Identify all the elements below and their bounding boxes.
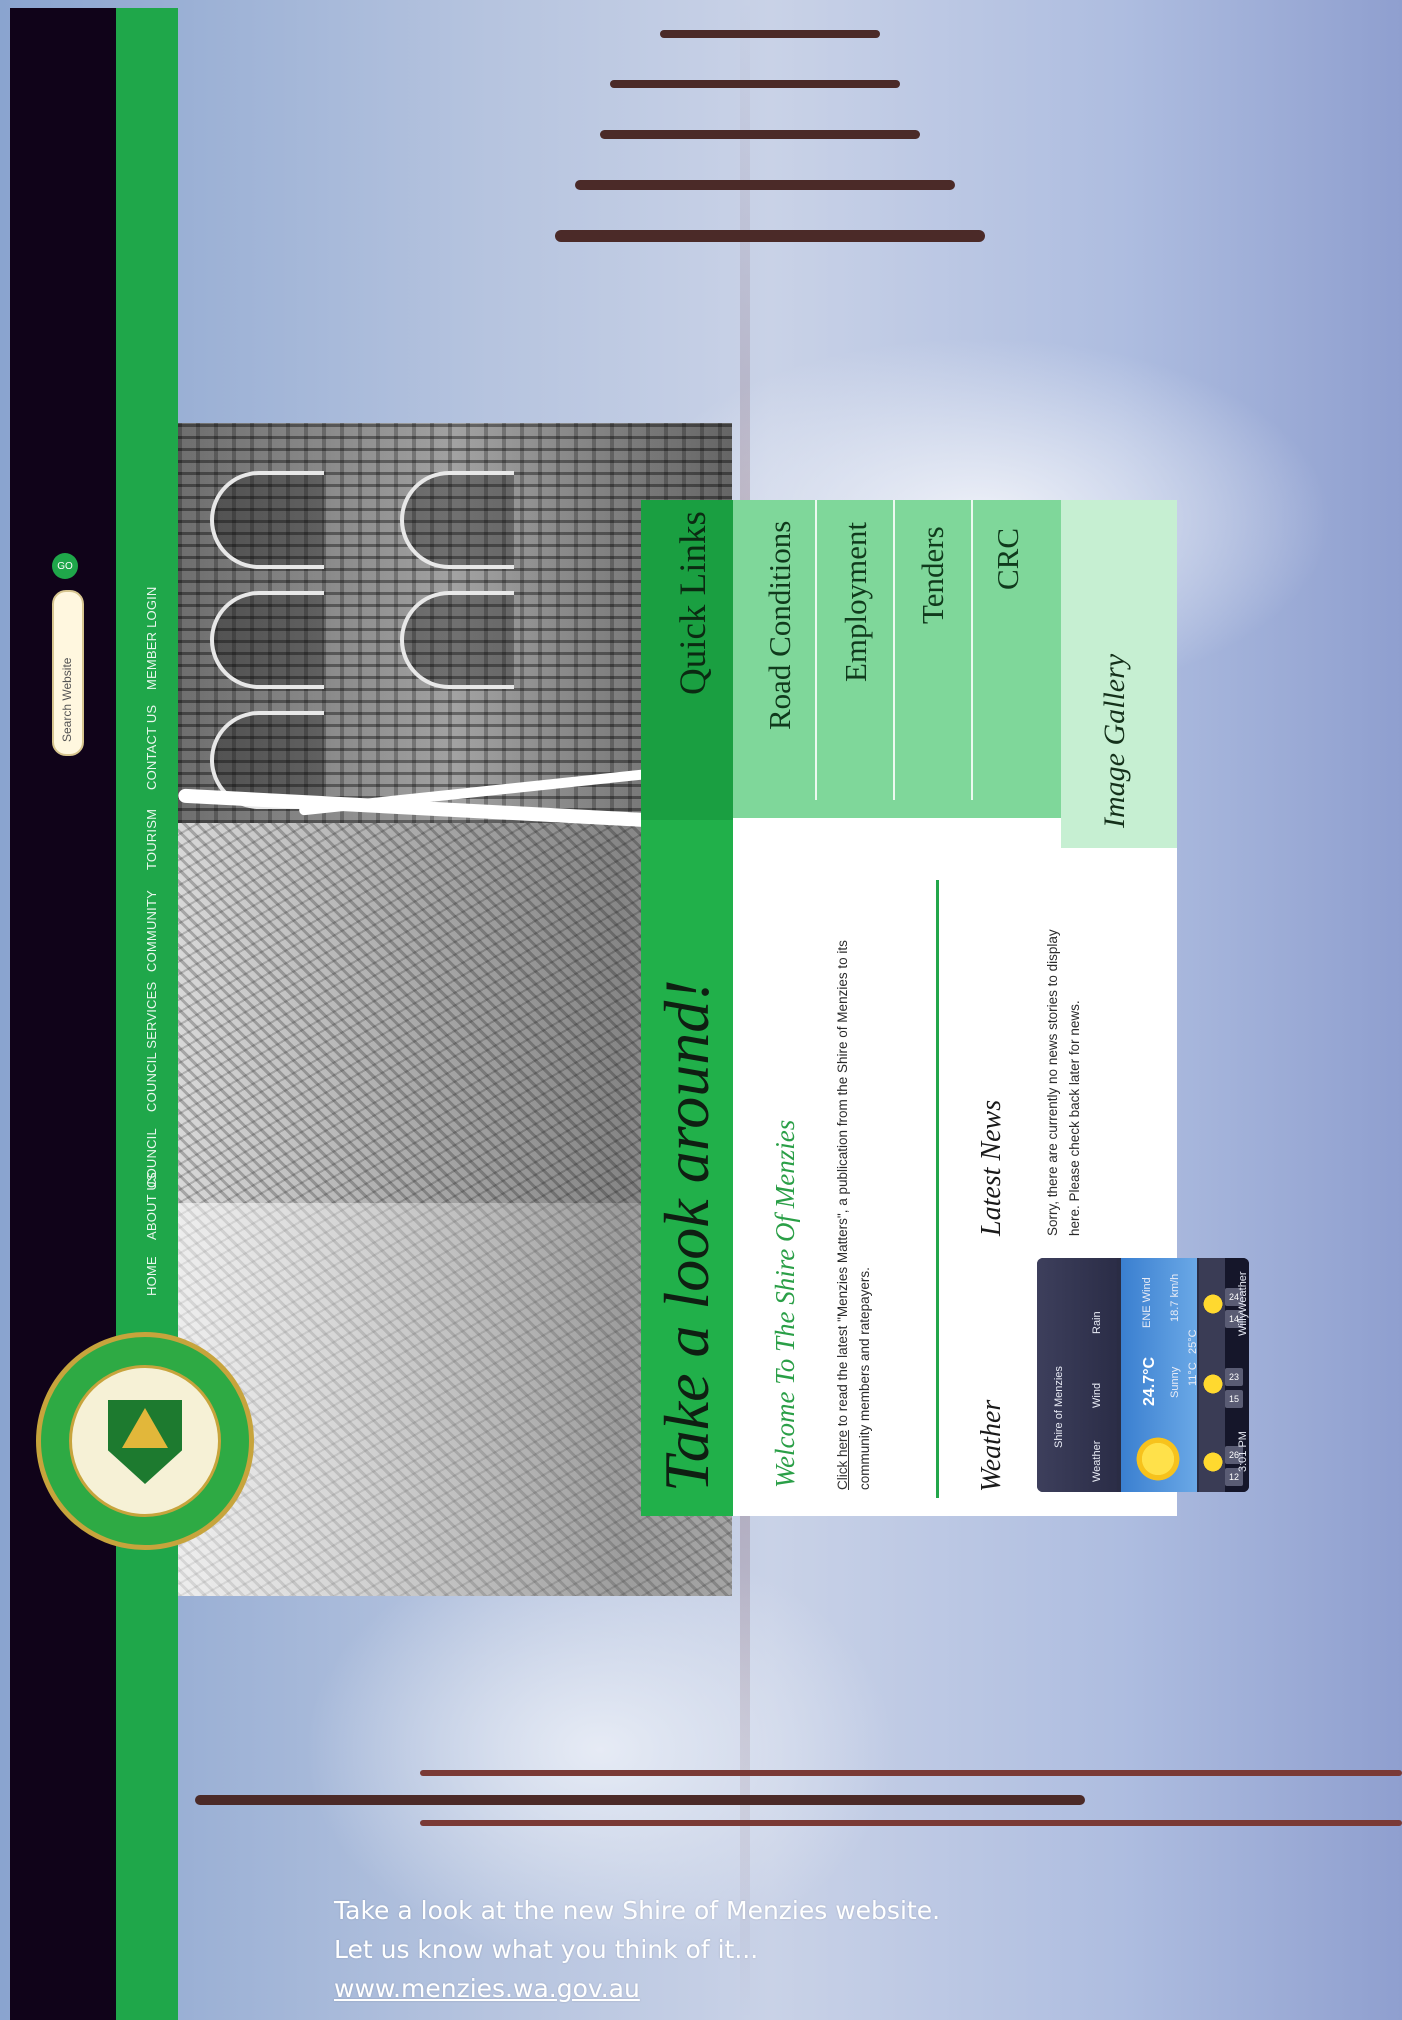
quick-links-title: Quick Links bbox=[673, 511, 714, 695]
sculpture-figure bbox=[420, 1820, 1402, 1826]
quick-link-road-conditions[interactable]: Road Conditions bbox=[762, 521, 798, 730]
nav-contact-us[interactable]: CONTACT US bbox=[144, 705, 159, 790]
content-panel-top bbox=[733, 818, 1061, 848]
weather-title: Weather bbox=[976, 1399, 1007, 1492]
nav-home[interactable]: HOME bbox=[144, 1256, 159, 1296]
weather-time: 3:01 PM bbox=[1237, 1431, 1249, 1472]
sunny-icon bbox=[1201, 1292, 1225, 1316]
wind-speed: 18.7 km/h bbox=[1169, 1273, 1181, 1322]
wind-direction: ENE Wind bbox=[1141, 1277, 1153, 1328]
arch-detail bbox=[210, 591, 324, 689]
caption-line-1: Take a look at the new Shire of Menzies … bbox=[334, 1896, 941, 1925]
sunny-icon bbox=[1133, 1434, 1183, 1484]
arch-detail bbox=[210, 471, 324, 569]
forecast-high: 23 bbox=[1225, 1368, 1243, 1386]
sculpture-figure bbox=[660, 30, 880, 38]
menzies-matters-link[interactable]: Click here bbox=[835, 1430, 850, 1490]
logo-crest bbox=[69, 1365, 221, 1517]
weather-tab-wind[interactable]: Wind bbox=[1091, 1383, 1103, 1408]
caption-url: www.menzies.wa.gov.au bbox=[334, 1974, 640, 2003]
shire-logo[interactable] bbox=[36, 1332, 254, 1550]
nav-community[interactable]: COMMUNITY bbox=[144, 890, 159, 972]
nav-council-services[interactable]: COUNCIL SERVICES bbox=[144, 982, 159, 1112]
go-label: GO bbox=[57, 560, 73, 572]
sculpture-figure bbox=[600, 130, 920, 139]
weather-provider[interactable]: WillyWeather bbox=[1237, 1271, 1249, 1336]
content-divider bbox=[936, 880, 939, 1498]
divider bbox=[815, 500, 817, 800]
nav-member-login[interactable]: MEMBER LOGIN bbox=[144, 586, 159, 690]
weather-widget[interactable]: Shire of Menzies Weather Wind Rain 24.7°… bbox=[1037, 1258, 1249, 1492]
sculpture-figure bbox=[420, 1770, 1402, 1776]
welcome-body: to read the latest "Menzies Matters", a … bbox=[835, 940, 872, 1490]
quick-link-employment[interactable]: Employment bbox=[838, 522, 874, 682]
sculpture-figure bbox=[575, 180, 955, 190]
latest-news-title: Latest News bbox=[976, 1099, 1007, 1236]
sculpture-figure bbox=[195, 1795, 1085, 1805]
sculpture-figure bbox=[555, 230, 985, 242]
divider bbox=[971, 500, 973, 800]
header-dark-bar bbox=[10, 8, 116, 2020]
forecast-low: 15 bbox=[1225, 1390, 1243, 1408]
weather-header bbox=[1037, 1258, 1117, 1492]
quick-link-tenders[interactable]: Tenders bbox=[915, 526, 951, 624]
high-temp: 25°C bbox=[1187, 1329, 1199, 1354]
quick-link-crc[interactable]: CRC bbox=[990, 528, 1026, 590]
arch-detail bbox=[400, 471, 514, 569]
current-condition: Sunny bbox=[1169, 1366, 1181, 1398]
arch-detail bbox=[400, 591, 514, 689]
weather-tab-weather[interactable]: Weather bbox=[1091, 1441, 1103, 1482]
partly-cloudy-icon bbox=[1201, 1450, 1225, 1474]
search-go-button[interactable]: GO bbox=[52, 553, 78, 579]
sculpture-figure bbox=[610, 80, 900, 88]
caption-line-2: Let us know what you think of it... bbox=[334, 1935, 759, 1964]
divider bbox=[893, 500, 895, 800]
welcome-text: Click here to read the latest "Menzies M… bbox=[832, 920, 876, 1490]
weather-location: Shire of Menzies bbox=[1053, 1366, 1065, 1448]
nav-council[interactable]: COUNCIL bbox=[144, 1128, 159, 1188]
sunny-icon bbox=[1201, 1372, 1225, 1396]
current-temp: 24.7°C bbox=[1141, 1356, 1158, 1406]
nav-tourism[interactable]: TOURISM bbox=[144, 809, 159, 870]
image-gallery-link[interactable]: Image Gallery bbox=[1098, 654, 1132, 828]
weather-tab-rain[interactable]: Rain bbox=[1091, 1311, 1103, 1334]
low-temp: 11°C bbox=[1187, 1362, 1199, 1386]
website-link[interactable]: www.menzies.wa.gov.au bbox=[334, 1974, 640, 2003]
banner-headline: Take a look around! bbox=[651, 979, 722, 1492]
welcome-title: Welcome To The Shire Of Menzies bbox=[770, 1119, 800, 1488]
search-placeholder: Search Website bbox=[60, 657, 74, 743]
news-empty-text: Sorry, there are currently no news stori… bbox=[1045, 929, 1082, 1236]
